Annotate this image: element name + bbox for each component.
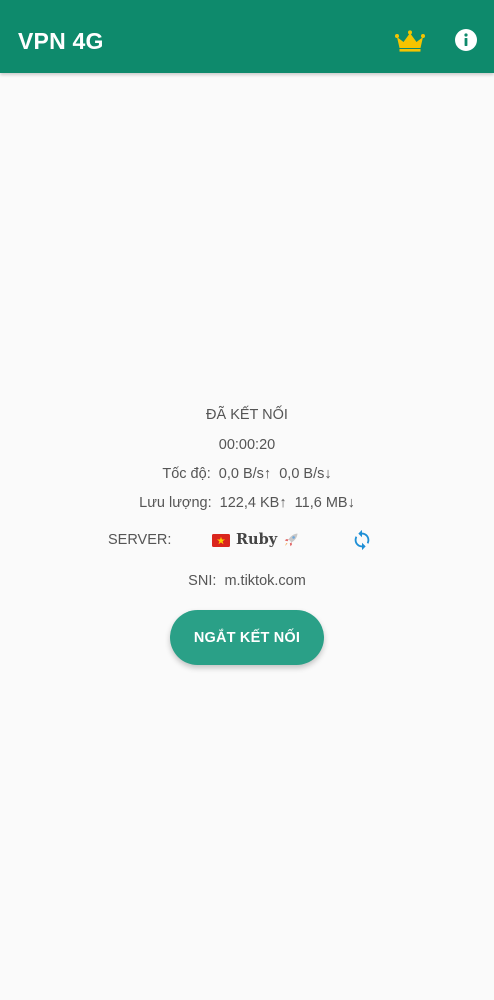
- speed-row: Tốc độ: 0,0 B/s↑ 0,0 B/s↓: [0, 464, 494, 484]
- server-label: SERVER:: [108, 532, 172, 548]
- connection-status: ĐÃ KẾT NỐI: [0, 405, 494, 425]
- speed-down-value: 0,0 B/s↓: [279, 466, 332, 482]
- speed-label: Tốc độ:: [162, 466, 211, 482]
- server-name: Ruby: [236, 531, 278, 548]
- crown-icon: [395, 30, 425, 52]
- sni-label: SNI:: [188, 573, 217, 589]
- traffic-label: Lưu lượng:: [139, 495, 212, 511]
- connection-status-text: ĐÃ KẾT NỐI: [206, 407, 288, 423]
- premium-button[interactable]: [392, 26, 428, 56]
- app-title: VPN 4G: [18, 28, 104, 54]
- refresh-icon: [354, 529, 370, 551]
- sni-value: m.tiktok.com: [224, 573, 306, 589]
- connection-timer-text: 00:00:20: [218, 437, 276, 453]
- refresh-server-button[interactable]: [350, 527, 374, 553]
- vietnam-flag-icon: [212, 533, 230, 547]
- rocket-icon: [284, 533, 298, 547]
- speed-up-value: 0,0 B/s↑: [218, 466, 272, 482]
- traffic-up-value: 122,4 KB↑: [219, 495, 287, 511]
- info-button[interactable]: [452, 26, 480, 54]
- traffic-down-value: 11,6 MB↓: [294, 495, 355, 511]
- server-selector[interactable]: Ruby: [212, 530, 299, 550]
- sni-row: SNI: m.tiktok.com: [0, 571, 494, 591]
- disconnect-button[interactable]: NGẮT KẾT NỐI: [170, 610, 324, 665]
- info-icon: [455, 29, 477, 51]
- traffic-row: Lưu lượng: 122,4 KB↑ 11,6 MB↓: [0, 493, 494, 513]
- app-bar: VPN 4G: [0, 0, 494, 73]
- disconnect-button-label: NGẮT KẾT NỐI: [193, 629, 301, 646]
- connection-timer: 00:00:20: [0, 435, 494, 455]
